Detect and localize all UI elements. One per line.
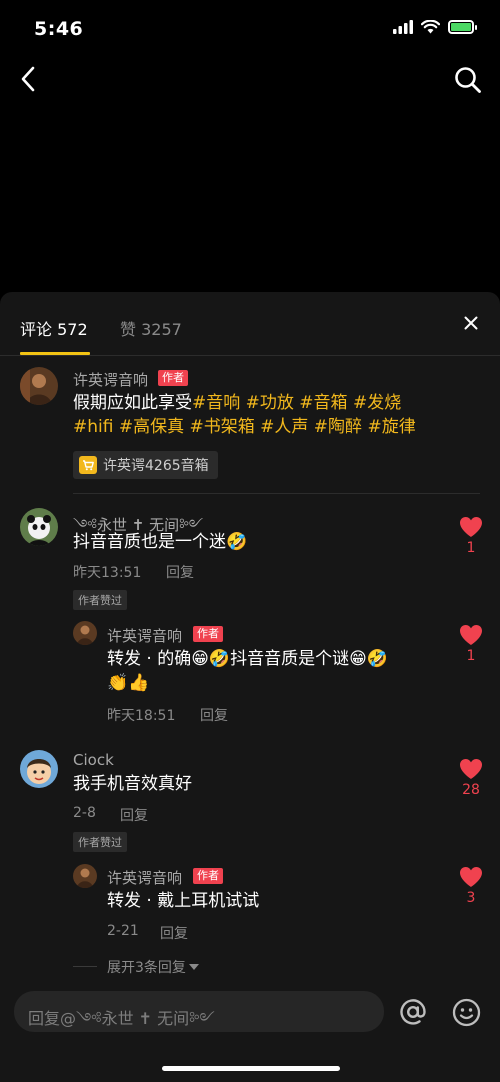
product-link[interactable]: 许英谔4265音箱 — [73, 451, 218, 479]
author-liked-badge: 作者赞过 — [73, 590, 127, 610]
heart-icon[interactable] — [459, 866, 483, 888]
comment-avatar[interactable] — [20, 508, 58, 546]
signal-icon — [393, 20, 413, 34]
author-tag: 作者 — [158, 370, 188, 386]
comment-time: 昨天13:51 — [73, 565, 142, 581]
reply-placeholder: 回复@༺永世 ✝ 无间༻ — [28, 1009, 215, 1028]
search-icon[interactable] — [454, 66, 482, 94]
reply-text-line1: 转发 · 的确😁🤣抖音音质是个谜😁🤣 — [107, 649, 388, 669]
chevron-down-icon — [188, 963, 199, 970]
home-indicator — [162, 1066, 340, 1071]
like-count: 1 — [466, 648, 476, 664]
tab-comments[interactable]: 评论 572 — [20, 316, 88, 340]
author-tag: 作者 — [193, 868, 223, 884]
reply-button[interactable]: 回复 — [120, 805, 148, 825]
heart-icon[interactable] — [459, 516, 483, 538]
status-icons — [393, 20, 477, 34]
author-liked-badge: 作者赞过 — [73, 832, 127, 852]
post-text-line1: 假期应如此享受#音响 #功放 #音箱 #发烧 — [73, 391, 401, 416]
heart-icon[interactable] — [459, 758, 483, 780]
author-avatar[interactable] — [20, 367, 58, 405]
reply-text-line1: 转发 · 戴上耳机试试 — [107, 891, 260, 911]
back-icon[interactable] — [20, 66, 36, 92]
like-count: 3 — [466, 890, 476, 906]
comment-author[interactable]: Ciock — [73, 751, 114, 769]
cart-icon — [79, 456, 97, 474]
status-time: 5:46 — [34, 18, 84, 40]
reply-time: 2-21 — [107, 923, 139, 939]
close-icon[interactable] — [464, 316, 478, 330]
reply-button[interactable]: 回复 — [160, 923, 188, 943]
comment-time: 2-8 — [73, 805, 96, 821]
reply-author[interactable]: 许英谔音响 — [107, 867, 182, 888]
author-name[interactable]: 许英谔音响 — [73, 369, 148, 390]
reply-text-line2: 👏👍 — [107, 673, 150, 693]
battery-icon — [448, 20, 477, 34]
expand-line — [73, 966, 97, 967]
post-text: 假期应如此享受 — [73, 393, 192, 413]
tab-divider — [0, 355, 500, 356]
reply-avatar[interactable] — [73, 621, 97, 645]
post-hashtags-2[interactable]: #hifi #高保真 #书架箱 #人声 #陶醉 #旋律 — [73, 415, 416, 440]
like-count: 28 — [462, 782, 480, 798]
reply-author[interactable]: 许英谔音响 — [107, 625, 182, 646]
reply-avatar[interactable] — [73, 864, 97, 888]
expand-label: 展开3条回复 — [107, 960, 186, 976]
expand-replies[interactable]: 展开3条回复 — [107, 957, 199, 977]
reply-button[interactable]: 回复 — [166, 562, 194, 582]
heart-icon[interactable] — [459, 624, 483, 646]
like-count: 1 — [466, 540, 476, 556]
emoji-icon[interactable] — [452, 998, 481, 1027]
comment-avatar[interactable] — [20, 750, 58, 788]
comment-text: 我手机音效真好 — [73, 774, 192, 794]
reply-time: 昨天18:51 — [107, 708, 176, 724]
post-separator — [73, 493, 480, 494]
comment-text: 抖音音质也是一个迷🤣 — [73, 532, 248, 552]
reply-button[interactable]: 回复 — [200, 705, 228, 725]
tab-likes[interactable]: 赞 3257 — [120, 316, 182, 340]
at-icon[interactable] — [398, 997, 428, 1027]
wifi-icon — [421, 20, 440, 34]
author-tag: 作者 — [193, 626, 223, 642]
post-hashtags-1[interactable]: #音响 #功放 #音箱 #发烧 — [192, 393, 401, 413]
product-name: 许英谔4265音箱 — [103, 458, 209, 474]
